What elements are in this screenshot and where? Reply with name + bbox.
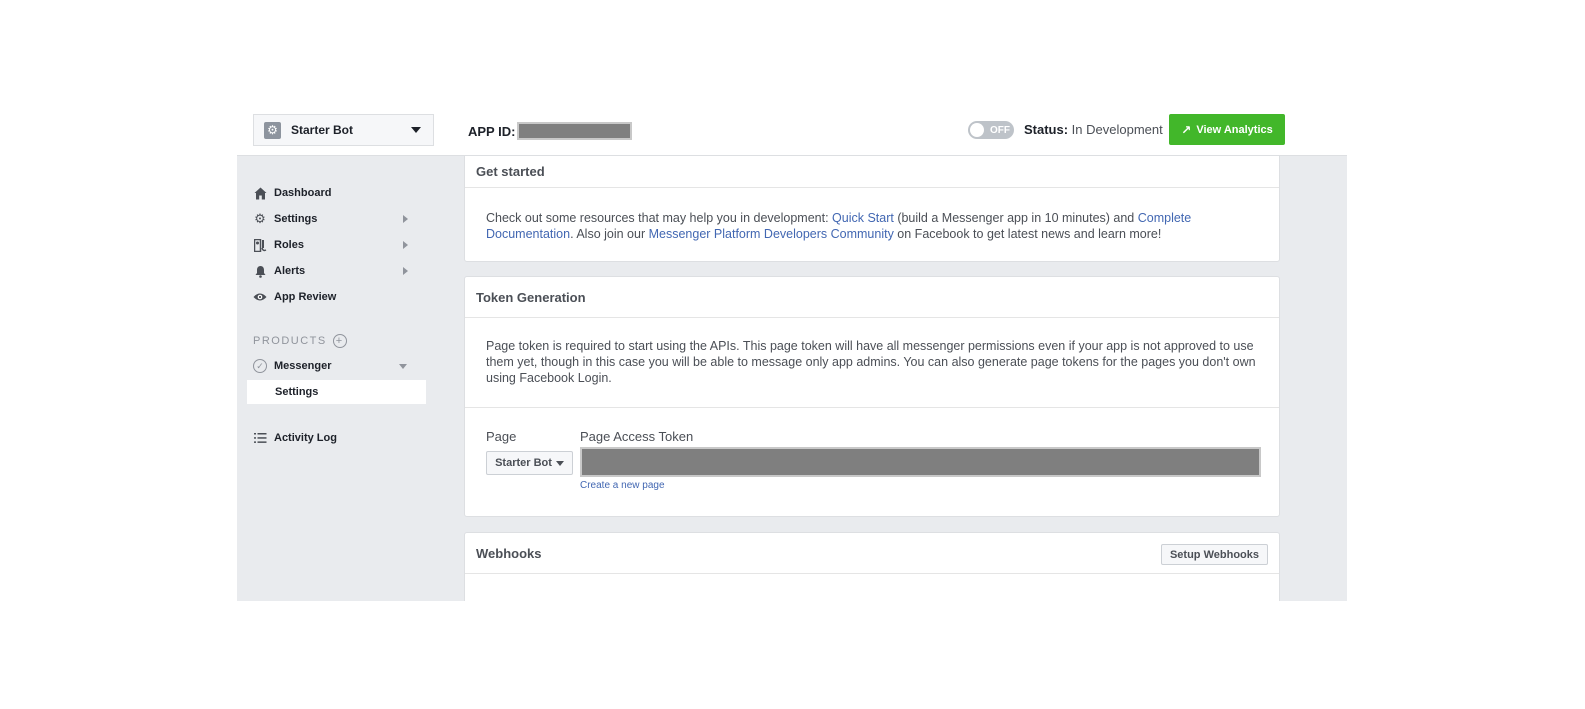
live-mode-toggle[interactable]: OFF: [968, 121, 1014, 139]
add-product-icon[interactable]: +: [332, 334, 347, 348]
sidebar-item-roles[interactable]: Roles: [253, 235, 416, 255]
webhooks-card-header: Webhooks Setup Webhooks: [465, 533, 1279, 574]
toggle-text: OFF: [990, 124, 1010, 136]
check-circle-icon: ✓: [253, 359, 267, 373]
app-id: APP ID:: [468, 122, 633, 140]
page-access-token-field[interactable]: [580, 447, 1261, 477]
sidebar-item-label: Messenger: [274, 360, 332, 372]
text-segment: on Facebook to get latest news and learn…: [893, 227, 1162, 241]
caret-down-icon: [399, 364, 407, 369]
app-id-label: APP ID:: [468, 123, 516, 139]
card-title: Get started: [465, 156, 1279, 188]
quick-start-link[interactable]: Quick Start: [832, 211, 894, 225]
app-status: Status: In Development: [1024, 122, 1163, 137]
sidebar-item-alerts[interactable]: Alerts: [253, 261, 416, 281]
sidebar-item-dashboard[interactable]: Dashboard: [253, 183, 416, 203]
app-gear-icon: ⚙: [264, 121, 281, 139]
trend-up-icon: ↗: [1181, 122, 1192, 137]
app-id-redacted-value: [517, 122, 633, 140]
setup-webhooks-button[interactable]: Setup Webhooks: [1160, 544, 1268, 565]
status-label: Status:: [1024, 122, 1069, 137]
webhooks-card: Webhooks Setup Webhooks: [464, 532, 1280, 601]
token-generation-card: Token Generation Page token is required …: [464, 276, 1280, 517]
sidebar-item-label: Alerts: [274, 265, 306, 277]
eye-icon: [253, 290, 267, 304]
home-icon: [253, 186, 267, 200]
sidebar-item-settings[interactable]: ⚙ Settings: [253, 209, 416, 229]
get-started-text: Check out some resources that may help y…: [465, 188, 1279, 262]
text-segment: Check out some resources that may help y…: [486, 211, 833, 225]
roles-icon: [253, 238, 267, 252]
view-analytics-label: View Analytics: [1196, 123, 1273, 136]
text-segment: (build a Messenger app in 10 minutes) an…: [893, 211, 1138, 225]
products-section-label: PRODUCTS +: [253, 334, 347, 348]
get-started-card: Get started Check out some resources tha…: [464, 156, 1280, 262]
sidebar-item-activity-log[interactable]: Activity Log: [253, 428, 416, 448]
sidebar-item-app-review[interactable]: App Review: [253, 287, 416, 307]
app-name: Starter Bot: [291, 123, 354, 137]
card-title: Token Generation: [465, 277, 1279, 318]
sidebar-subitem-messenger-settings[interactable]: Settings: [247, 380, 426, 404]
chevron-right-icon: [403, 267, 408, 275]
app-dashboard-shell: Dashboard ⚙ Settings Roles Alerts App Re: [237, 155, 1347, 601]
chevron-right-icon: [403, 215, 408, 223]
community-link[interactable]: Messenger Platform Developers Community: [649, 227, 894, 241]
sidebar-item-label: Dashboard: [274, 187, 332, 199]
chevron-right-icon: [403, 241, 408, 249]
caret-down-icon: [555, 460, 564, 466]
sidebar-item-label: Settings: [274, 213, 318, 225]
toggle-knob: [970, 123, 984, 137]
token-description: Page token is required to start using th…: [465, 318, 1279, 408]
card-title: Webhooks: [476, 545, 542, 561]
status-value: In Development: [1068, 122, 1163, 137]
page-select[interactable]: Starter Bot: [486, 451, 573, 475]
caret-down-icon: [411, 127, 421, 133]
gear-icon: ⚙: [254, 211, 266, 226]
list-icon: [253, 431, 267, 445]
page-label: Page: [486, 429, 517, 444]
text-segment: . Also join our: [570, 227, 649, 241]
sidebar-item-messenger[interactable]: ✓ Messenger: [253, 356, 416, 376]
app-selector[interactable]: ⚙ Starter Bot: [253, 114, 434, 146]
products-label-text: PRODUCTS: [253, 335, 327, 347]
sidebar-item-label: App Review: [274, 291, 337, 303]
create-new-page-link[interactable]: Create a new page: [580, 480, 665, 491]
page-access-token-label: Page Access Token: [580, 429, 694, 444]
view-analytics-button[interactable]: ↗ View Analytics: [1169, 114, 1285, 145]
sidebar-item-label: Activity Log: [274, 432, 337, 444]
bell-icon: [253, 264, 267, 278]
sidebar: Dashboard ⚙ Settings Roles Alerts App Re: [237, 156, 437, 601]
sidebar-item-label: Roles: [274, 239, 304, 251]
page-select-value: Starter Bot: [495, 457, 552, 469]
